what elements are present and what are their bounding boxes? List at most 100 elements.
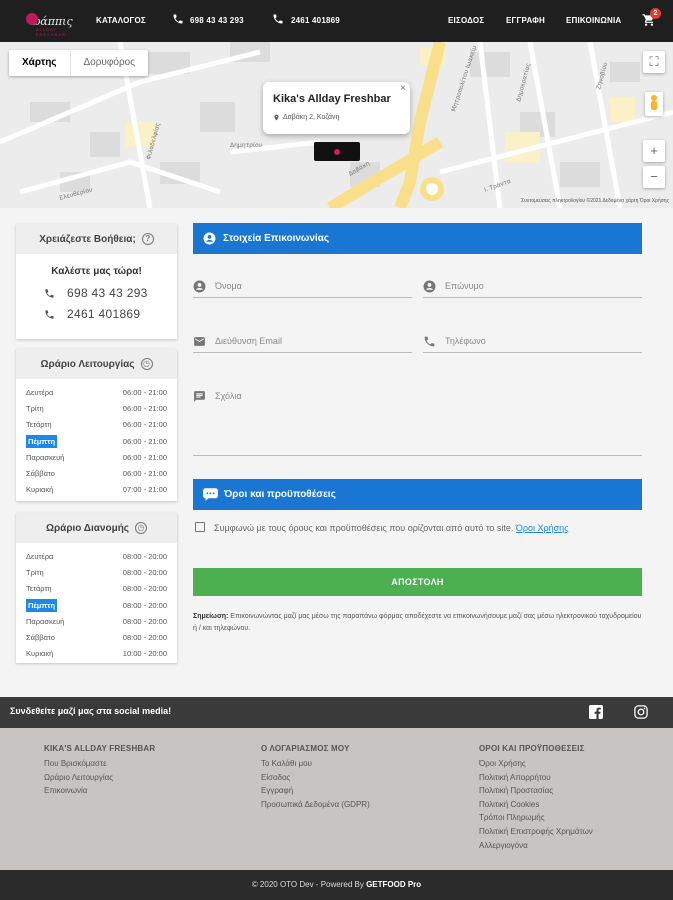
footer-link[interactable]: Πολιτική Προστασίας [479,784,593,798]
nav-register[interactable]: ΕΓΓΡΑΦΗ [506,16,545,25]
delivery-time: 08:00 - 20:00 [122,584,167,594]
social-title: Συνδεθείτε μαζί μας στα social media! [10,706,172,716]
map-info-window: Kika's Allday Freshbar Δαβάκη 2, Κοζάνη … [263,82,410,134]
delivery-hours-card: Ωράριο Διανομής ◷ Δευτέρα 08:00 - 20:00 Τ… [16,513,177,663]
phone-placeholder: Τηλέφωνο [445,336,486,346]
help-phone-landline[interactable]: 2461 401869 [44,307,177,321]
footer-link[interactable]: Εγγραφή [261,784,370,798]
help-phone-mobile[interactable]: 698 43 43 293 [44,286,177,300]
instagram-icon[interactable] [634,705,648,719]
delivery-row: Σάββατο 08:00 - 20:00 [26,629,167,645]
footer-col-store: KIKA'S ALLDAY FRESHBAR Που Βρισκόμαστε Ω… [44,744,155,798]
delivery-row: Παρασκευή 08:00 - 20:00 [26,613,167,629]
delivery-hours-title: Ωράριο Διανομής [45,522,130,534]
copyright-text: © 2020 OTO Dev - Powered By [251,880,364,889]
phone-icon [273,14,283,24]
terms-of-use-link[interactable]: Όροι Χρήσης [516,523,569,533]
footer-col-account: Ο ΛΟΓΑΡΙΑΣΜΟΣ ΜΟΥ Το Καλάθι μου Είσοδος … [261,744,370,811]
submit-button[interactable]: ΑΠΟΣΤΟΛΗ [193,568,642,596]
footer-col-title: KIKA'S ALLDAY FRESHBAR [44,744,156,753]
delivery-day: Τρίτη [26,567,44,577]
map-marker[interactable] [314,142,360,161]
info-address: Δαβάκη 2, Κοζάνη [283,114,340,121]
footer-link[interactable]: Τρόποι Πληρωμής [479,811,593,825]
account-icon [203,232,216,245]
hours-day: Τρίτη [26,403,44,413]
clock-icon: ◷ [140,358,153,370]
fullscreen-button[interactable]: ⛶ [643,51,665,73]
note-text: Επικοινωνώντας μαζί μας μέσω της παραπάν… [193,613,642,632]
nav-contact[interactable]: ΕΠΙΚΟΙΝΩΝΙΑ [566,16,621,25]
contact-details-title: Στοιχεία Επικοινωνίας [223,233,330,244]
footer-link[interactable]: Προσωπικά Δεδομένα (GDPR) [261,798,370,812]
phone-icon [45,309,54,319]
terms-checkbox[interactable] [195,522,205,532]
hours-row: Παρασκευή 06:00 - 21:00 [26,449,167,465]
phone-field[interactable]: Τηλέφωνο [423,331,642,353]
nav-phone-mobile[interactable]: 698 43 43 293 [190,16,244,25]
hours-day: Σάββατο [26,469,55,479]
facebook-icon[interactable] [589,705,603,719]
pegman-icon [651,95,657,110]
nav-catalog[interactable]: ΚΑΤΑΛΟΓΟΣ [96,16,146,25]
footer-col-terms: ΟΡΟΙ ΚΑΙ ΠΡΟΫΠΟΘΕΣΕΙΣ Όροι Χρήσης Πολιτι… [479,744,593,852]
top-nav-bar: ωάππις ALLDAY FRESHBAR ΚΑΤΑΛΟΓΟΣ 698 43 … [0,0,673,42]
powered-by-brand[interactable]: GETFOOD Pro [366,880,421,889]
comments-textarea[interactable]: Σχόλια [193,386,642,456]
footer-link[interactable]: Αλλεργιογόνα [479,839,593,853]
footer-link[interactable]: Είσοδος [261,771,370,785]
hours-day: Πέμπτη [26,434,58,448]
close-icon[interactable]: × [400,83,406,94]
last-name-field[interactable]: Επώνυμο [423,276,642,298]
opening-hours-list: Δευτέρα 06:00 - 21:00 Τρίτη 06:00 - 21:00 … [16,379,177,500]
terms-text: Συμφωνώ με τους όρους και προϋποθέσεις π… [214,523,514,533]
help-card: Χρειάζεστε Βοήθεια; ? Καλέστε μας τώρα! … [16,224,177,339]
footer-link[interactable]: Επικοινωνία [44,784,155,798]
delivery-row: Τρίτη 08:00 - 20:00 [26,564,167,580]
logo[interactable]: ωάππις ALLDAY FRESHBAR [22,6,73,37]
hours-time: 06:00 - 21:00 [122,420,167,430]
footer-link[interactable]: Όροι Χρήσης [479,757,593,771]
footer-link[interactable]: Πολιτική Επιστροφής Χρημάτων [479,825,593,839]
terms-title: Όροι και προϋποθέσεις [224,489,336,500]
first-name-placeholder: Όνομα [215,281,242,291]
delivery-time: 08:00 - 20:00 [122,600,167,610]
footer-link[interactable]: Πολιτική Cookies [479,798,593,812]
last-name-placeholder: Επώνυμο [445,281,484,291]
hours-row: Τετάρτη 06:00 - 21:00 [26,417,167,433]
nav-phone-landline[interactable]: 2461 401869 [291,16,340,25]
location-pin-icon [274,114,279,121]
contact-details-header: Στοιχεία Επικοινωνίας [193,223,642,254]
zoom-in-button[interactable]: + [643,140,665,162]
footer-link[interactable]: Πολιτική Απορρήτου [479,771,593,785]
tab-map[interactable]: Χάρτης [9,50,70,76]
help-card-header: Χρειάζεστε Βοήθεια; ? [16,224,177,254]
phone-icon [424,336,435,347]
nav-login[interactable]: ΕΙΣΟΔΟΣ [448,16,484,25]
account-icon [193,280,206,293]
delivery-day: Παρασκευή [26,616,65,626]
delivery-row: Δευτέρα 08:00 - 20:00 [26,548,167,564]
zoom-out-button[interactable]: − [643,166,665,188]
map-attribution[interactable]: Συντομεύσεις πληκτρολογίου ©2021 Δεδομέν… [521,198,669,204]
comments-placeholder: Σχόλια [215,391,242,401]
delivery-time: 10:00 - 20:00 [122,649,167,659]
first-name-field[interactable]: Όνομα [193,276,412,298]
opening-hours-title: Ωράριο Λειτουργίας [40,358,135,370]
street-view-pegman[interactable] [645,92,663,116]
delivery-time: 08:00 - 20:00 [122,567,167,577]
footer-link[interactable]: Το Καλάθι μου [261,757,370,771]
footer: KIKA'S ALLDAY FRESHBAR Που Βρισκόμαστε Ω… [0,728,673,870]
hours-time: 06:00 - 21:00 [122,469,167,479]
hours-row: Σάββατο 06:00 - 21:00 [26,465,167,481]
tab-satellite[interactable]: Δορυφόρος [69,50,149,76]
delivery-row: Κυριακή 10:00 - 20:00 [26,646,167,662]
email-field[interactable]: Διεύθυνση Email [193,331,412,353]
footer-link[interactable]: Ωράριο Λειτουργίας [44,771,155,785]
footer-link[interactable]: Που Βρισκόμαστε [44,757,155,771]
email-placeholder: Διεύθυνση Email [215,336,282,346]
hours-time: 07:00 - 21:00 [122,485,167,495]
call-now-text: Καλέστε μας τώρα! [51,266,142,277]
marker-logo-icon [334,148,340,155]
delivery-time: 08:00 - 20:00 [122,633,167,643]
